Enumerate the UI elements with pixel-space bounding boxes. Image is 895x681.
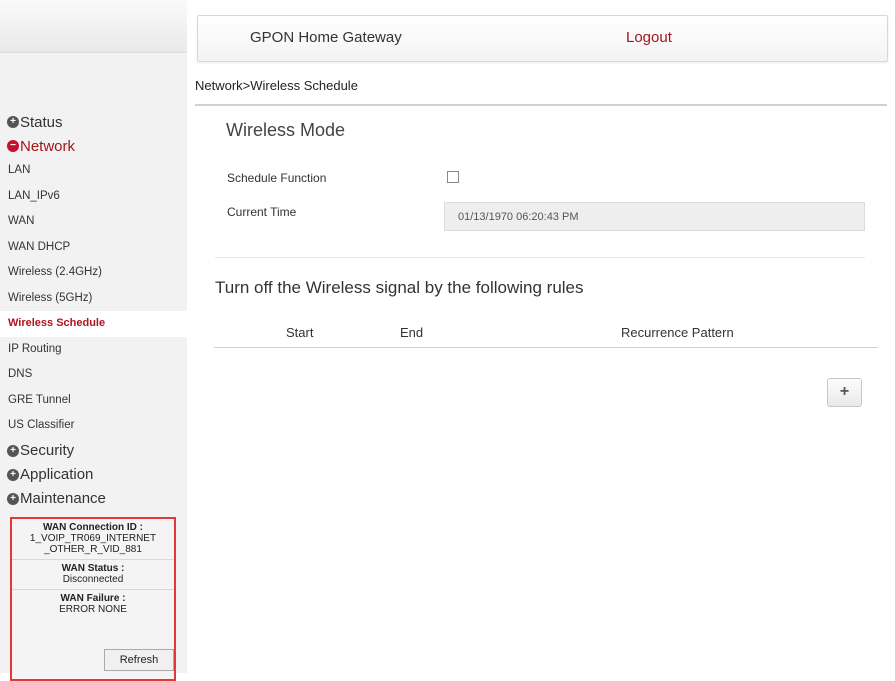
column-header-end: End bbox=[400, 325, 424, 340]
sidebar-category-label: Network bbox=[20, 137, 76, 155]
sidebar-item-lan-ipv6[interactable]: LAN_IPv6 bbox=[0, 184, 187, 210]
wan-connection-section: WAN Connection ID : 1_VOIP_TR069_INTERNE… bbox=[12, 519, 174, 560]
sidebar-item-wan-dhcp[interactable]: WAN DHCP bbox=[0, 235, 187, 261]
sidebar-item-wireless-24ghz[interactable]: Wireless (2.4GHz) bbox=[0, 260, 187, 286]
sidebar-item-wireless-5ghz[interactable]: Wireless (5GHz) bbox=[0, 286, 187, 312]
sidebar-menu: + Status − Network LAN LAN_IPv6 WAN WAN … bbox=[0, 110, 187, 511]
current-time-field: 01/13/1970 06:20:43 PM bbox=[444, 202, 865, 231]
sidebar-item-wireless-schedule[interactable]: Wireless Schedule bbox=[0, 311, 187, 337]
logo-area bbox=[0, 0, 187, 53]
column-header-start: Start bbox=[286, 325, 314, 340]
sidebar-category-label: Application bbox=[20, 466, 94, 483]
table-header-divider bbox=[214, 347, 878, 348]
wan-status-label: WAN Status : bbox=[61, 563, 125, 574]
logout-link[interactable]: Logout bbox=[626, 29, 672, 46]
column-header-recurrence: Recurrence Pattern bbox=[621, 325, 734, 340]
plus-icon: + bbox=[7, 444, 19, 457]
sidebar-category-network[interactable]: − Network bbox=[0, 134, 187, 158]
sidebar-category-application[interactable]: + Application bbox=[0, 463, 187, 487]
wan-failure-label: WAN Failure : bbox=[60, 593, 126, 604]
sidebar-item-wan[interactable]: WAN bbox=[0, 209, 187, 235]
sidebar-category-label: Status bbox=[20, 113, 63, 131]
wan-failure-section: WAN Failure : ERROR NONE bbox=[12, 590, 174, 619]
plus-icon: + bbox=[7, 492, 19, 505]
gateway-title: GPON Home Gateway bbox=[250, 29, 402, 46]
plus-icon: + bbox=[7, 468, 19, 481]
sidebar-item-lan[interactable]: LAN bbox=[0, 158, 187, 184]
breadcrumb-divider bbox=[195, 104, 887, 106]
wan-status-section: WAN Status : Disconnected bbox=[12, 560, 174, 590]
wan-info-panel: WAN Connection ID : 1_VOIP_TR069_INTERNE… bbox=[10, 517, 176, 681]
current-time-label: Current Time bbox=[227, 205, 297, 219]
sidebar-category-label: Maintenance bbox=[20, 490, 106, 507]
wan-failure-value: ERROR NONE bbox=[59, 604, 127, 615]
add-rule-button[interactable]: + bbox=[827, 378, 862, 407]
section-divider bbox=[215, 257, 865, 258]
sidebar-category-maintenance[interactable]: + Maintenance bbox=[0, 487, 187, 511]
rules-title: Turn off the Wireless signal by the foll… bbox=[215, 278, 584, 297]
wan-connection-label: WAN Connection ID : bbox=[43, 522, 143, 533]
wan-status-value: Disconnected bbox=[62, 574, 124, 585]
breadcrumb: Network>Wireless Schedule bbox=[195, 78, 358, 93]
plus-icon: + bbox=[7, 116, 19, 128]
sidebar-category-label: Security bbox=[20, 442, 75, 459]
wan-connection-value: 1_VOIP_TR069_INTERNET _OTHER_R_VID_881 bbox=[29, 533, 157, 555]
sidebar: + Status − Network LAN LAN_IPv6 WAN WAN … bbox=[0, 0, 187, 681]
sidebar-item-gre-tunnel[interactable]: GRE Tunnel bbox=[0, 388, 187, 414]
sidebar-category-security[interactable]: + Security bbox=[0, 439, 187, 463]
schedule-function-label: Schedule Function bbox=[227, 171, 327, 185]
top-header: GPON Home Gateway Logout bbox=[197, 15, 888, 62]
minus-icon: − bbox=[7, 140, 19, 152]
sidebar-category-status[interactable]: + Status bbox=[0, 110, 187, 134]
refresh-button[interactable]: Refresh bbox=[104, 649, 174, 671]
section-title: Wireless Mode bbox=[226, 120, 346, 140]
sidebar-item-dns[interactable]: DNS bbox=[0, 362, 187, 388]
sidebar-item-us-classifier[interactable]: US Classifier bbox=[0, 413, 187, 439]
sidebar-item-ip-routing[interactable]: IP Routing bbox=[0, 337, 187, 363]
schedule-function-checkbox[interactable] bbox=[447, 171, 459, 183]
